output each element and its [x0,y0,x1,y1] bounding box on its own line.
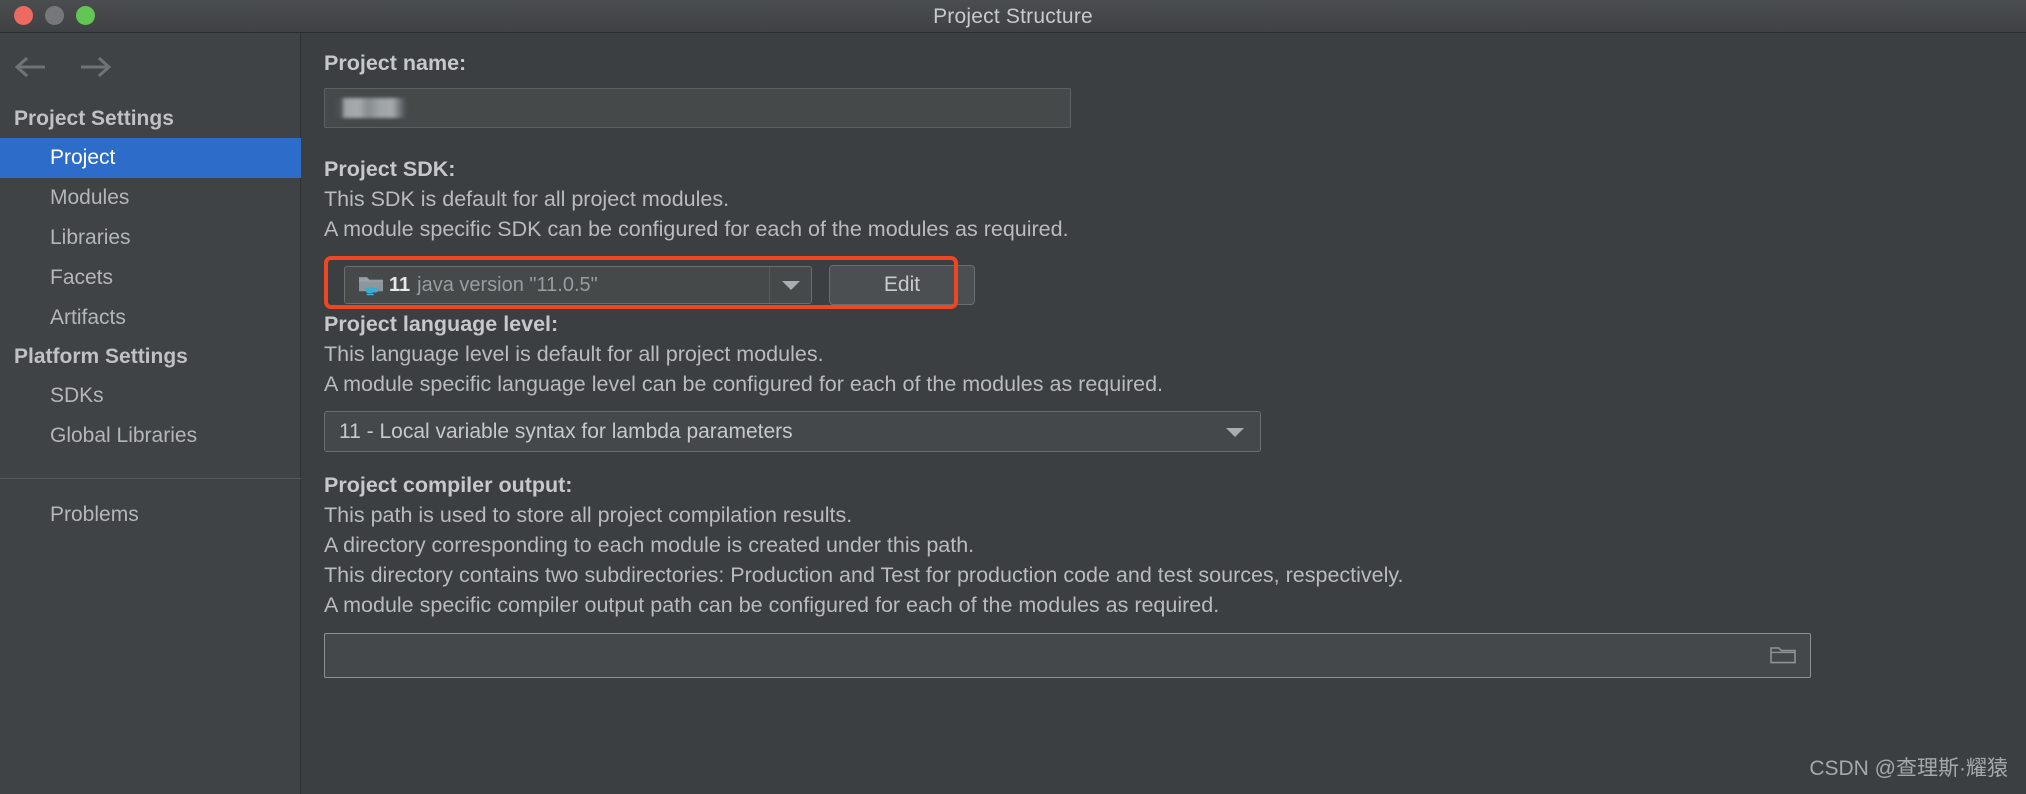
main-panel: Project name: Project SDK: This SDK is d… [302,33,2026,794]
compiler-output-path-input[interactable] [324,633,1811,678]
compiler-output-description-line-2: A directory corresponding to each module… [324,533,975,557]
folder-icon[interactable] [1770,645,1796,667]
sidebar-item-modules[interactable]: Modules [0,178,301,218]
language-level-description-line-2: A module specific language level can be … [324,372,1164,396]
compiler-output-description-line-1: This path is used to store all project c… [324,503,853,527]
window-titlebar: Project Structure [0,0,2026,33]
chevron-down-icon[interactable] [769,267,811,303]
project-sdk-label: Project SDK: [324,157,456,181]
edit-sdk-button[interactable]: Edit [829,265,975,305]
sidebar-item-facets[interactable]: Facets [0,258,301,298]
project-sdk-description-line-1: This SDK is default for all project modu… [324,187,730,211]
sidebar-item-problems[interactable]: Problems [0,495,301,535]
sidebar-item-libraries[interactable]: Libraries [0,218,301,258]
project-sdk-version-description: java version "11.0.5" [417,273,598,296]
sidebar: Project Settings Project Modules Librari… [0,33,301,794]
language-level-description-line-1: This language level is default for all p… [324,342,824,366]
csdn-watermark: CSDN @查理斯·耀猿 [1809,757,2008,780]
folder-java-icon [358,274,384,296]
arrow-left-icon[interactable] [14,53,50,81]
sidebar-group-project-settings: Project Settings [14,107,174,130]
window-title: Project Structure [933,5,1093,28]
project-compiler-output-label: Project compiler output: [324,473,573,497]
project-name-label: Project name: [324,51,467,75]
project-sdk-description-line-2: A module specific SDK can be configured … [324,217,1069,241]
project-sdk-combobox[interactable]: 11 java version "11.0.5" [344,266,812,304]
project-language-level-combobox[interactable]: 11 - Local variable syntax for lambda pa… [324,411,1261,452]
navigation-arrows [14,53,114,81]
sidebar-group-platform-settings: Platform Settings [14,345,188,368]
chevron-down-icon[interactable] [1226,428,1244,437]
sidebar-divider [0,478,301,479]
project-language-level-label: Project language level: [324,312,559,336]
compiler-output-description-line-4: A module specific compiler output path c… [324,593,1220,617]
sidebar-item-project[interactable]: Project [0,138,301,178]
project-structure-window: Project Structure Project Settings Proje… [0,0,2026,794]
project-sdk-controls: 11 java version "11.0.5" Edit [344,265,975,305]
project-sdk-row: 11 java version "11.0.5" Edit [324,256,975,309]
sidebar-item-sdks[interactable]: SDKs [0,376,301,416]
settings-navigation-list: Project Settings Project Modules Librari… [0,100,301,535]
project-sdk-version: 11 [389,273,411,296]
arrow-right-icon[interactable] [78,53,114,81]
project-name-input[interactable] [324,88,1071,128]
project-language-level-value: 11 - Local variable syntax for lambda pa… [339,419,793,443]
project-name-redacted-value [335,98,407,118]
compiler-output-description-line-3: This directory contains two subdirectori… [324,563,1404,587]
sidebar-item-artifacts[interactable]: Artifacts [0,298,301,338]
sidebar-item-global-libraries[interactable]: Global Libraries [0,416,301,456]
